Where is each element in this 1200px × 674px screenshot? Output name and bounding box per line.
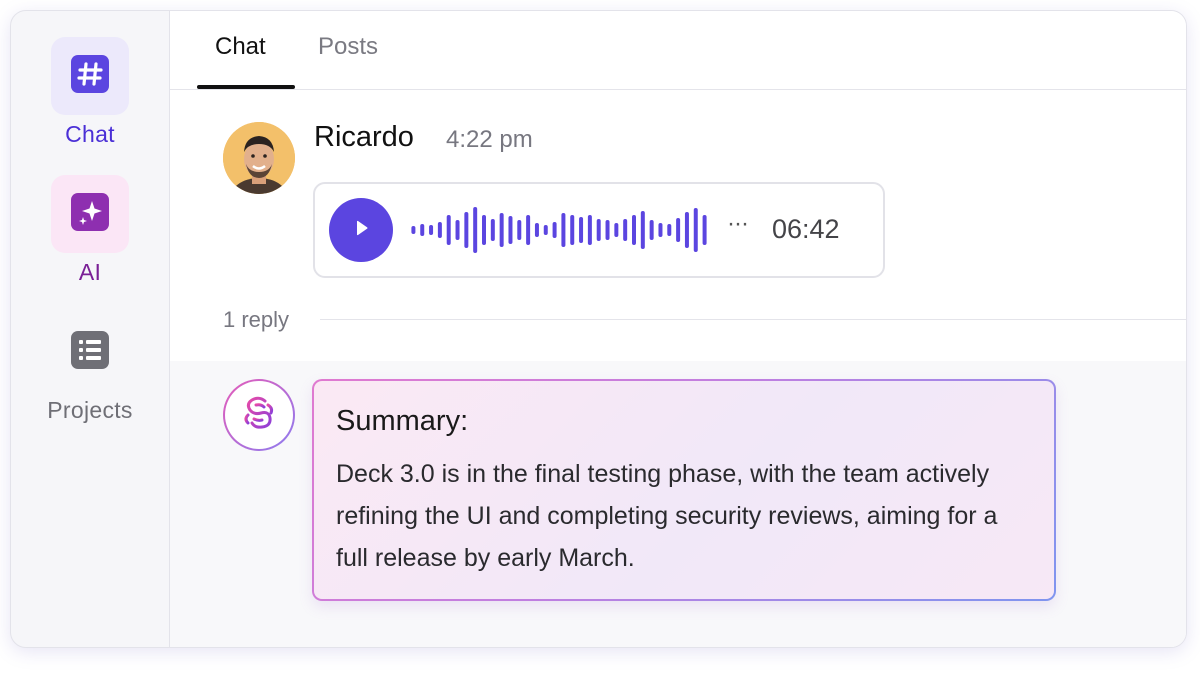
sidebar-ai-tile[interactable] (51, 175, 129, 253)
waveform-bar (570, 215, 575, 245)
waveform-bar (482, 215, 486, 245)
waveform-bar (587, 215, 592, 245)
waveform-bar (658, 223, 663, 237)
audio-waveform[interactable] (409, 204, 709, 256)
sidebar-item-label: AI (78, 259, 102, 285)
ai-avatar (223, 379, 295, 451)
reply-count[interactable]: 1 reply (223, 307, 289, 333)
voice-note: ··· 06:42 (313, 182, 885, 278)
tab-posts[interactable]: Posts (318, 33, 378, 61)
waveform-bar (543, 225, 548, 235)
list-icon (71, 330, 109, 374)
sparkles-icon (71, 192, 109, 236)
sidebar-chat-tile[interactable] (51, 37, 129, 115)
waveform-bar (446, 215, 451, 245)
waveform-bar (649, 220, 654, 240)
sidebar: Chat AI Projects (11, 11, 169, 647)
avatar[interactable] (223, 122, 295, 194)
waveform-bar (640, 211, 645, 249)
voice-note-duration: 06:42 (772, 214, 840, 244)
waveform-bar (437, 222, 442, 238)
waveform-bar (561, 213, 566, 247)
waveform-bar (517, 220, 522, 240)
waveform-bar (499, 213, 504, 247)
waveform-bar (702, 215, 707, 245)
waveform-bar (473, 207, 478, 253)
waveform-bar (455, 220, 460, 240)
app-window: Chat AI Projects Chat Posts Ricardo 4:22… (10, 10, 1187, 648)
waveform-bar (596, 219, 601, 241)
waveform-bar (693, 208, 698, 252)
waveform-bar (579, 217, 584, 243)
waveform-bar (676, 218, 681, 242)
waveform-bar (684, 212, 689, 248)
play-button[interactable] (329, 198, 393, 262)
hash-icon (71, 54, 109, 98)
waveform-bar (667, 224, 672, 236)
waveform-bar (464, 212, 469, 248)
sidebar-item-label: Projects (47, 397, 133, 423)
sidebar-item-label: Chat (65, 121, 115, 147)
message-timestamp: 4:22 pm (446, 126, 533, 153)
waveform-bar (508, 216, 513, 244)
waveform-bar (605, 220, 610, 240)
sidebar-item-chat[interactable]: Chat (11, 37, 169, 148)
waveform-bar (420, 224, 425, 236)
ai-brain-logo-icon (237, 391, 281, 440)
waveform-bar (490, 219, 495, 241)
waveform-bar (623, 219, 628, 241)
waveform-bar (552, 222, 557, 238)
waveform-bar (429, 225, 434, 235)
tab-chat[interactable]: Chat (215, 33, 266, 61)
play-icon (351, 218, 371, 243)
message-author[interactable]: Ricardo (314, 121, 414, 154)
sidebar-item-projects[interactable]: Projects (11, 313, 169, 424)
more-options-icon[interactable]: ··· (727, 210, 749, 238)
divider (320, 319, 1186, 320)
summary-body: Deck 3.0 is in the final testing phase, … (336, 460, 998, 572)
chat-panel: Chat Posts Ricardo 4:22 pm ··· 06:42 1 r… (169, 11, 1186, 647)
waveform-bar (614, 223, 619, 237)
waveform-bar (526, 215, 531, 245)
active-tab-indicator (197, 85, 295, 89)
waveform-bar (632, 215, 636, 245)
user-photo-icon (223, 122, 295, 194)
waveform-bar (411, 226, 416, 234)
sidebar-item-ai[interactable]: AI (11, 175, 169, 286)
summary-card: Summary: Deck 3.0 is in the final testin… (312, 379, 1056, 601)
tab-bar: Chat Posts (170, 11, 1186, 90)
summary-title: Summary: (336, 405, 469, 437)
sidebar-projects-tile[interactable] (51, 313, 129, 391)
waveform-bar (534, 223, 539, 237)
